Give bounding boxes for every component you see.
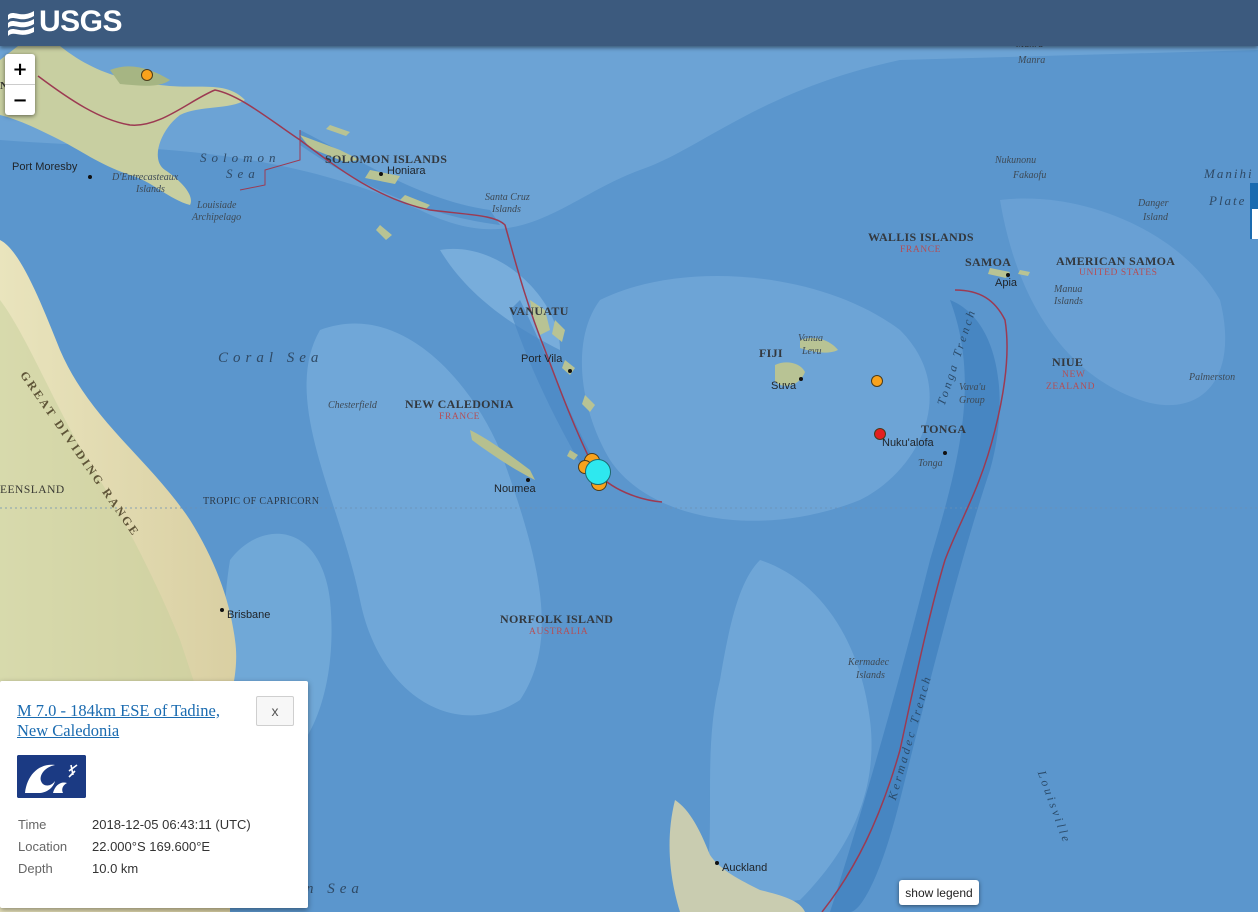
zoom-in-button[interactable]: +	[5, 54, 35, 85]
map-label-tropic: TROPIC OF CAPRICORN	[203, 496, 320, 507]
map-label-dentrecasteaux: D'Entrecasteaux	[112, 172, 179, 183]
show-legend-button[interactable]: show legend	[899, 880, 979, 905]
map-label-kermadec: Kermadec	[848, 657, 890, 668]
map-label-noumea: Noumea	[494, 483, 536, 495]
earthquake-marker[interactable]	[874, 428, 886, 440]
map-label-santa-cruz: Santa Cruz	[485, 192, 530, 203]
map-label-tasman-sea: n Sea	[306, 881, 364, 897]
city-dot-port-moresby	[88, 175, 92, 179]
map-label-auckland: Auckland	[722, 862, 768, 874]
map-label-queensland: EENSLAND	[0, 484, 65, 496]
map-label-tonga-place: Tonga	[918, 458, 943, 469]
popup-row-key: Location	[18, 839, 68, 854]
usgs-logo-text: USGS	[39, 5, 123, 38]
popup-row-value: 10.0 km	[92, 861, 139, 876]
map-label-vanuatu: VANUATU	[509, 304, 569, 318]
usgs-logo[interactable]: USGS	[6, 5, 123, 39]
earthquake-title-link[interactable]: M 7.0 - 184km ESE of Tadine, New Caledon…	[17, 701, 227, 741]
earthquake-marker[interactable]	[871, 375, 883, 387]
popup-row-value: 2018-12-05 06:43:11 (UTC)	[92, 817, 251, 832]
city-dot-honiara	[379, 172, 383, 176]
map-label-new-caledonia-owner: FRANCE	[439, 412, 481, 422]
popup-row-value: 22.000°S 169.600°E	[92, 839, 211, 854]
map-label-vanua: Vanua	[798, 333, 823, 344]
map-label-archipelago: Archipelago	[192, 212, 242, 223]
map-label-manua-islands: Islands	[1054, 296, 1083, 307]
map-label-dentrecasteaux-islands: Islands	[136, 184, 165, 195]
map-label-brisbane: Brisbane	[227, 609, 271, 621]
popup-close-button[interactable]: x	[256, 696, 294, 726]
map-label-apia: Apia	[995, 277, 1018, 289]
map-label-manra-top: Manra	[1016, 46, 1043, 50]
map-label-manihi: Manihi	[1204, 166, 1254, 181]
tsunami-wave-icon	[17, 755, 86, 798]
popup-row-key: Time	[18, 817, 47, 832]
usgs-wave-icon	[8, 11, 34, 36]
map-label-danger: Danger	[1138, 198, 1169, 209]
city-dot-port-vila	[568, 369, 572, 373]
earthquake-popup: M 7.0 - 184km ESE of Tadine, New Caledon…	[0, 681, 308, 908]
map-label-solomon: Solomon	[200, 150, 281, 165]
map-label-norfolk-owner: AUSTRALIA	[529, 627, 589, 637]
map-label-niue-owner-1: NEW	[1062, 370, 1086, 380]
earthquake-marker[interactable]	[141, 69, 153, 81]
map-label-port-moresby: Port Moresby	[12, 161, 78, 173]
map-label-solomon-islands: SOLOMON ISLANDS	[325, 152, 448, 166]
map-label-palmerston: Palmerston	[1189, 372, 1236, 383]
popup-row-depth: Depth 10.0 km	[18, 861, 138, 877]
map-label-fiji: FIJI	[759, 346, 783, 360]
map-label-group: Group	[959, 395, 985, 406]
map-label-fakaofu: Fakaofu	[1013, 170, 1047, 181]
map-label-santa-cruz-islands: Islands	[492, 204, 521, 215]
map-label-plate: Plate	[1209, 193, 1247, 208]
map-label-new-caledonia: NEW CALEDONIA	[405, 397, 514, 411]
earthquake-map-app: USGS Manra Nukunonu Fakaofu Manihi Plate…	[0, 0, 1258, 912]
map-label-niue-owner-2: ZEALAND	[1046, 382, 1096, 392]
map-label-american-samoa-owner: UNITED STATES	[1079, 268, 1158, 278]
map-label-nukunonu: Nukunonu	[995, 155, 1037, 166]
map-label-coral-sea: Coral Sea	[218, 350, 324, 366]
zoom-out-button[interactable]: −	[5, 85, 35, 115]
selected-earthquake-marker[interactable]	[585, 459, 611, 485]
tsunami-warning-icon[interactable]	[17, 755, 86, 798]
map-label-samoa: SAMOA	[965, 255, 1012, 269]
side-panel-scrollbar[interactable]	[1250, 183, 1258, 239]
map-label-louisiade: Louisiade	[197, 200, 237, 211]
map-label-danger-island: Island	[1143, 212, 1168, 223]
map-label-tonga: TONGA	[921, 422, 967, 436]
city-dot-tonga	[943, 451, 947, 455]
map-label-vavau: Vava'u	[959, 382, 986, 393]
city-dot-noumea	[526, 478, 530, 482]
map-label-american-samoa: AMERICAN SAMOA	[1056, 254, 1176, 268]
city-dot-brisbane	[220, 608, 224, 612]
map-label-manra: Manra	[1018, 55, 1046, 66]
map-label-levu: Levu	[802, 346, 822, 357]
map-label-wallis-owner: FRANCE	[900, 245, 942, 255]
map-label-manua: Manua	[1054, 284, 1083, 295]
site-header: USGS	[0, 0, 1258, 46]
map-label-kermadec-islands: Islands	[856, 670, 885, 681]
zoom-control: + −	[5, 54, 35, 115]
map-label-niue: NIUE	[1052, 355, 1084, 369]
city-dot-suva	[799, 377, 803, 381]
map-label-port-vila: Port Vila	[521, 353, 563, 365]
map-label-chesterfield: Chesterfield	[328, 400, 377, 411]
map-label-nukualofa: Nuku'alofa	[882, 437, 934, 449]
popup-row-key: Depth	[18, 861, 53, 876]
map-label-solomon-sea: Sea	[226, 166, 260, 181]
popup-row-location: Location 22.000°S 169.600°E	[18, 839, 210, 855]
map-label-honiara: Honiara	[387, 165, 426, 177]
map-label-norfolk: NORFOLK ISLAND	[500, 612, 614, 626]
city-dot-auckland	[715, 861, 719, 865]
map-label-wallis-islands: WALLIS ISLANDS	[868, 230, 974, 244]
map-label-suva: Suva	[771, 380, 797, 392]
popup-row-time: Time 2018-12-05 06:43:11 (UTC)	[18, 817, 251, 833]
